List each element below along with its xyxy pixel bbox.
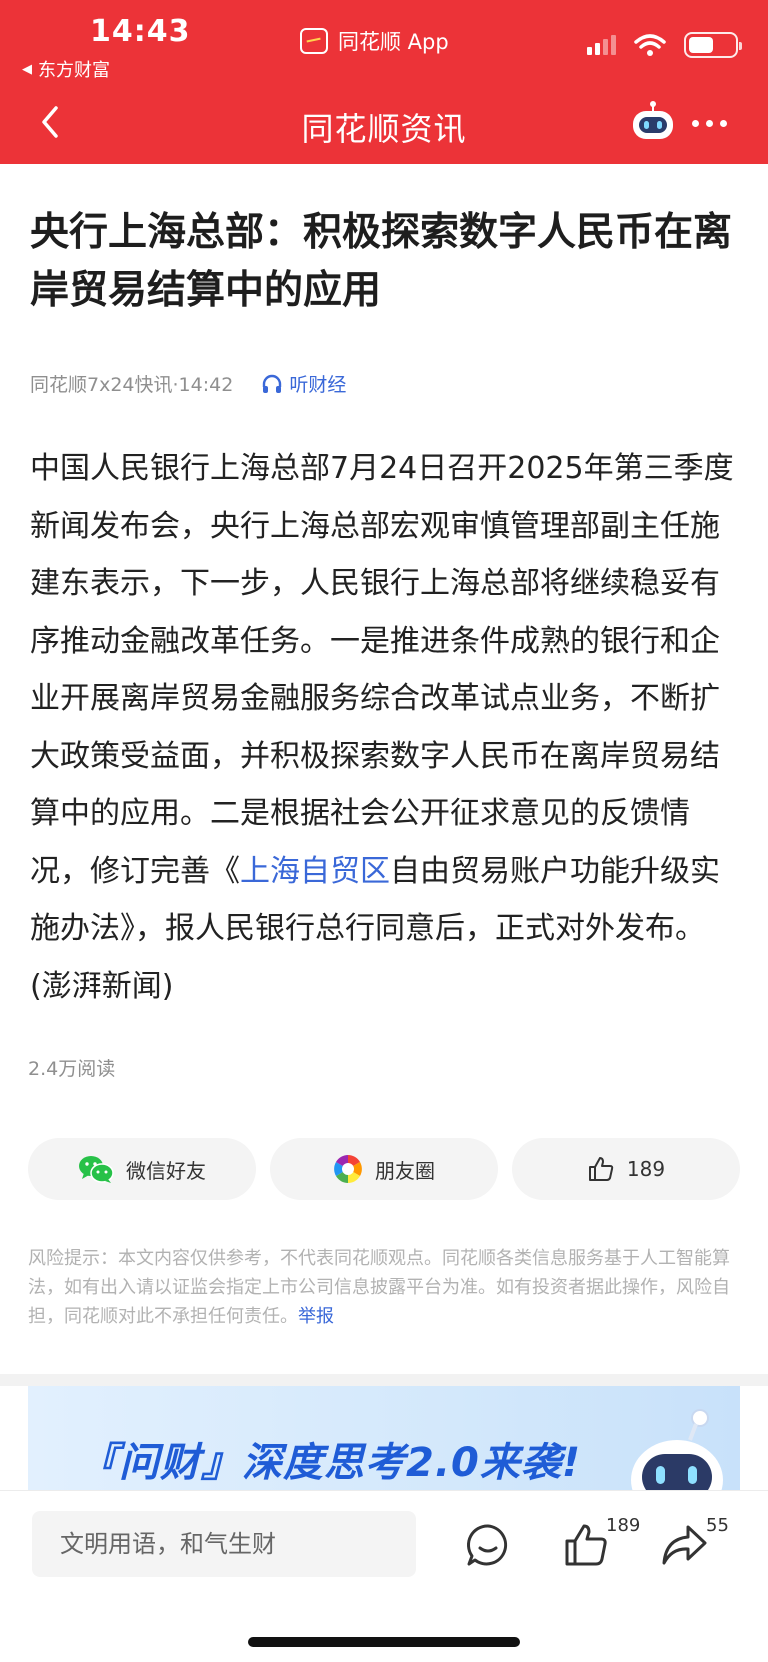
article-body: 中国人民银行上海总部7月24日召开2025年第三季度新闻发布会，央行上海总部宏观… [30, 440, 742, 1015]
wifi-icon [634, 34, 666, 56]
like-count: 189 [626, 1157, 666, 1181]
report-link[interactable]: 举报 [298, 1306, 334, 1327]
article-title: 央行上海总部：积极探索数字人民币在离岸贸易结算中的应用 [30, 210, 733, 313]
app-indicator: 同花顺 App [300, 26, 449, 56]
read-count: 2.4万阅读 [28, 1058, 116, 1080]
battery-icon [684, 32, 742, 58]
risk-disclaimer: 风险提示：本文内容仅供参考，不代表同花顺观点。同花顺各类信息服务基于人工智能算法… [28, 1244, 740, 1331]
status-icons [587, 32, 742, 58]
section-divider [0, 1374, 768, 1386]
back-app-label: 东方财富 [38, 60, 110, 81]
app-icon [300, 28, 328, 54]
back-triangle-icon: ◀ [22, 61, 32, 77]
listen-button[interactable]: 听财经 [261, 370, 346, 397]
app-indicator-label: 同花顺 App [338, 30, 449, 54]
article-meta: 同花顺7x24快讯·14:42 听财经 [30, 370, 346, 397]
promo-banner[interactable]: 『问财』深度思考2.0来袭! [28, 1386, 740, 1490]
bottom-like-icon[interactable] [562, 1521, 610, 1569]
promo-banner-text: 『问财』深度思考2.0来袭! [78, 1440, 582, 1486]
bottom-action-bar: 189 55 [0, 1490, 768, 1662]
cellular-signal-icon [587, 35, 616, 55]
thumbs-up-icon [588, 1157, 614, 1181]
body-text-part1: 中国人民银行上海总部7月24日召开2025年第三季度新闻发布会，央行上海总部宏观… [30, 451, 734, 889]
article-source: 同花顺7x24快讯·14:42 [30, 374, 234, 396]
wechat-icon [79, 1156, 114, 1183]
share-icon[interactable] [660, 1521, 708, 1569]
disclaimer-text: 风险提示：本文内容仅供参考，不代表同花顺观点。同花顺各类信息服务基于人工智能算法… [28, 1248, 730, 1327]
more-icon[interactable] [692, 108, 732, 138]
comment-icon[interactable] [464, 1521, 512, 1569]
home-indicator[interactable] [248, 1637, 520, 1647]
share-moments-button[interactable]: 朋友圈 [270, 1138, 498, 1200]
back-to-app-link[interactable]: ◀ 东方财富 [22, 56, 110, 82]
share-wechat-button[interactable]: 微信好友 [28, 1138, 256, 1200]
status-time: 14:43 [90, 14, 191, 49]
bottom-like-count: 189 [606, 1515, 641, 1536]
listen-label: 听财经 [289, 374, 347, 396]
comment-input[interactable] [32, 1511, 416, 1577]
share-moments-label: 朋友圈 [375, 1158, 435, 1183]
banner-robot-icon [631, 1409, 723, 1490]
headphones-icon [263, 374, 282, 393]
app-header: 14:43 ◀ 东方财富 同花顺 App 同花顺资讯 [0, 0, 768, 164]
topic-link-shanghai-ftz[interactable]: 上海自贸区 [240, 854, 390, 889]
share-wechat-label: 微信好友 [126, 1158, 206, 1183]
robot-icon[interactable] [630, 100, 676, 142]
like-button[interactable]: 189 [512, 1138, 740, 1200]
share-count: 55 [706, 1515, 729, 1536]
share-row: 微信好友 朋友圈 189 [28, 1138, 740, 1200]
moments-icon [334, 1155, 362, 1183]
